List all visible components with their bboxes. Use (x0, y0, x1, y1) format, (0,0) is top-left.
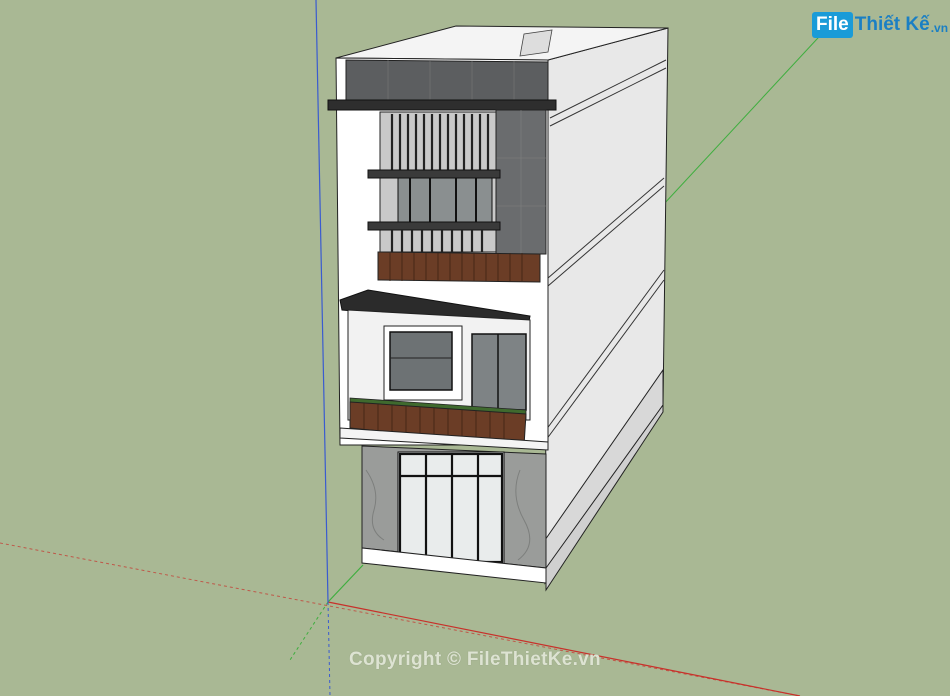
middle-door (471, 333, 527, 411)
upper-glass-door (397, 177, 493, 227)
copyright-watermark: Copyright © FileThietKe.vn (349, 649, 601, 670)
roof-opening (519, 29, 553, 57)
axis-blue-line (315, 0, 329, 603)
tile-parapet (345, 59, 549, 101)
sketchup-viewport[interactable]: File Thiết Kế .vn Copyright © FileThietK… (0, 0, 950, 696)
model-scene (0, 0, 831, 696)
upper-shelf-1 (367, 169, 501, 179)
upper-shelf-2 (367, 221, 501, 231)
axis-green-far (662, 24, 831, 206)
logo-main-text: Thiết Kế (854, 14, 930, 35)
axis-green-line (327, 564, 364, 603)
top-canopy (327, 99, 557, 111)
logo-box-text: File (812, 12, 853, 38)
window-glass (389, 331, 453, 391)
logo-suffix-text: .vn (930, 21, 949, 35)
site-logo[interactable]: File Thiết Kế .vn (812, 12, 948, 38)
